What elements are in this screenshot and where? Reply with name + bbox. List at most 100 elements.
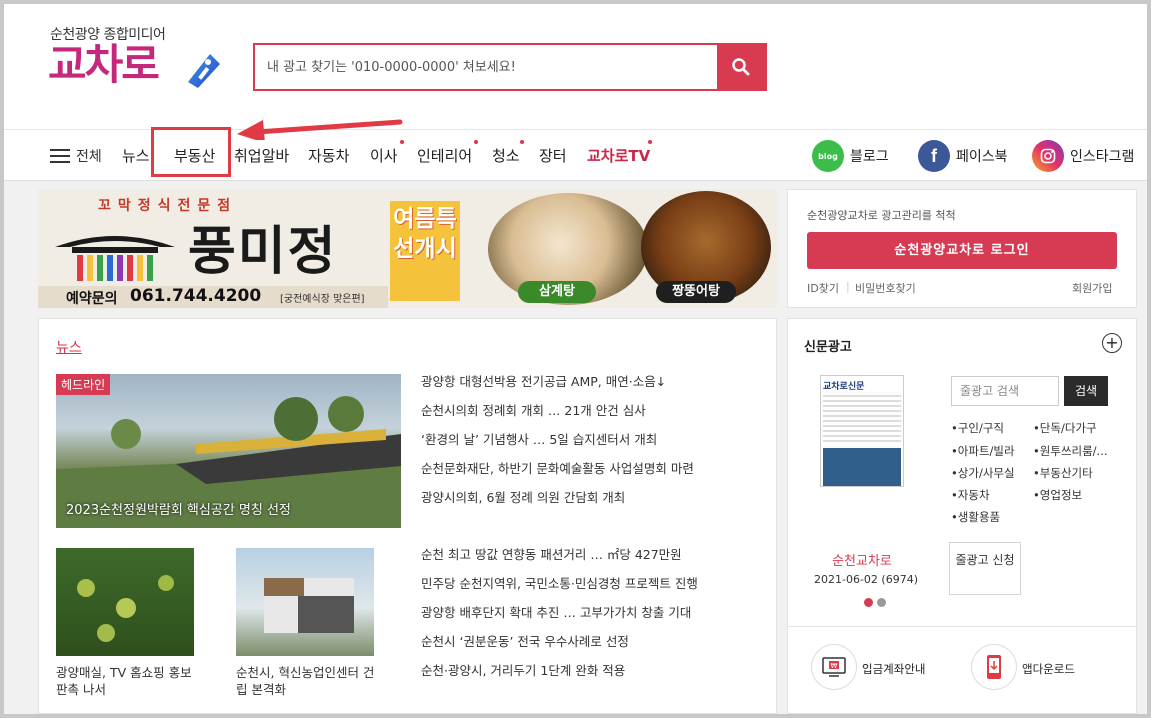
news-item[interactable]: ‘환경의 날’ 기념행사 … 5일 습지센터서 개최	[421, 432, 694, 461]
category-link[interactable]: •원투쓰리룸/...	[1033, 443, 1108, 459]
app-download-label[interactable]: 앱다운로드	[1022, 661, 1075, 677]
nav-item-interior[interactable]: 인테리어	[417, 145, 472, 166]
news-section: 뉴스 헤드라인 2023순천정원박람회 핵심공간 명칭 선정 광양항 대형선박용…	[38, 318, 777, 714]
facebook-icon: f	[918, 140, 950, 172]
instagram-link[interactable]: 인스타그램	[1032, 140, 1134, 172]
nav-item-tv[interactable]: 교차로TV	[587, 145, 650, 166]
news-item[interactable]: 순천·광양시, 거리두기 1단계 완화 적용	[421, 663, 698, 692]
pavilion-illustration-icon	[55, 236, 175, 281]
news-item[interactable]: 광양시의회, 6월 정례 의원 간담회 개최	[421, 490, 694, 519]
food-label-2: 짱뚱어탕	[656, 281, 736, 303]
newspaper-date: 2021-06-02 (6974)	[813, 573, 918, 586]
instagram-icon	[1032, 140, 1064, 172]
nav-item-cleaning[interactable]: 청소	[492, 145, 520, 166]
logo[interactable]: 교차로	[48, 44, 160, 86]
search-input[interactable]	[255, 45, 715, 89]
news-section-title[interactable]: 뉴스	[56, 337, 82, 357]
plus-icon[interactable]: +	[1102, 333, 1122, 353]
facebook-label: 페이스북	[956, 149, 1008, 165]
thumb-caption-2[interactable]: 순천시, 혁신농업인센터 건립 본격화	[236, 664, 376, 698]
category-link[interactable]: •단독/다가구	[1033, 420, 1097, 436]
hamburger-icon	[50, 149, 70, 163]
news-item[interactable]: 순천시 ‘권분운동’ 전국 우수사례로 선정	[421, 634, 698, 663]
new-dot	[648, 140, 652, 144]
category-link[interactable]: •영업정보	[1033, 487, 1082, 503]
search-box	[253, 43, 767, 91]
newspaper-name[interactable]: 순천교차로	[816, 550, 908, 569]
newspaper-thumbnail[interactable]: 교차로신문	[820, 375, 904, 487]
login-description: 순천광양교차로 광고관리를 척척	[807, 209, 956, 222]
nav-all-menu[interactable]: 전체	[50, 146, 102, 166]
newspaper-photo	[823, 448, 901, 486]
login-box: 순천광양교차로 광고관리를 척척 순천광양교차로 로그인 ID찾기 | 비밀번호…	[787, 189, 1137, 308]
news-item[interactable]: 광양항 배후단지 확대 추진 … 고부가가치 창출 기대	[421, 605, 698, 634]
nav-item-market[interactable]: 장터	[539, 145, 567, 166]
blog-link[interactable]: blog 블로그	[812, 140, 889, 172]
classified-request-button[interactable]: 줄광고 신청	[949, 542, 1021, 595]
category-link[interactable]: •생활용품	[951, 509, 1000, 525]
category-link[interactable]: •자동차	[951, 487, 990, 503]
instagram-label: 인스타그램	[1070, 149, 1135, 165]
deposit-account-icon[interactable]: ₩	[811, 644, 857, 690]
news-item[interactable]: 민주당 순천지역위, 국민소통·민심경청 프로젝트 진행	[421, 576, 698, 605]
headline-caption: 2023순천정원박람회 핵심공간 명칭 선정	[66, 503, 291, 518]
find-password-link[interactable]: 비밀번호찾기	[855, 280, 916, 296]
ad-banner[interactable]: 꼬막정식전문점 풍미정 예약문의 061.744.4200 [궁전예식장 맞은편…	[38, 189, 777, 308]
nav-item-moving[interactable]: 이사	[370, 145, 398, 166]
blog-icon: blog	[812, 140, 844, 172]
new-dot	[400, 140, 404, 144]
link-divider: |	[846, 280, 850, 293]
banner-phone-label: 예약문의	[66, 291, 118, 307]
app-download-icon[interactable]	[971, 644, 1017, 690]
news-list-bottom: 순천 최고 땅값 연향동 패션거리 … ㎡당 427만원 민주당 순천지역위, …	[421, 547, 698, 692]
thumb-caption-1[interactable]: 광양매실, TV 홈쇼핑 홍보 판촉 나서	[56, 664, 206, 698]
newspaper-text-lines	[823, 395, 901, 445]
newspaper-ads-section: 신문광고 + 교차로신문 순천교차로 2021-06-02 (6974) 줄광고…	[787, 318, 1137, 627]
banner-phone-note: [궁전예식장 맞은편]	[280, 294, 365, 305]
classified-request-label: 줄광고 신청	[955, 553, 1015, 567]
deposit-account-label[interactable]: 입금계좌안내	[862, 661, 925, 677]
highlight-box	[151, 127, 231, 177]
thumb-image-building[interactable]	[236, 548, 374, 656]
carousel-dot-active[interactable]	[864, 598, 873, 607]
logo-i-icon	[188, 54, 220, 88]
newspaper-title: 신문광고	[804, 340, 852, 355]
blog-label: 블로그	[850, 149, 889, 165]
signup-link[interactable]: 회원가입	[1072, 280, 1112, 296]
news-item[interactable]: 순천 최고 땅값 연향동 패션거리 … ㎡당 427만원	[421, 547, 698, 576]
banner-promo-text: 여름특선개시	[393, 206, 457, 262]
login-button[interactable]: 순천광양교차로 로그인	[807, 232, 1117, 269]
banner-promo: 여름특선개시	[390, 201, 460, 301]
bottom-links: ₩ 입금계좌안내 앱다운로드	[787, 627, 1137, 714]
search-icon	[732, 58, 750, 76]
news-item[interactable]: 순천문화재단, 하반기 문화예술활동 사업설명회 마련	[421, 461, 694, 490]
pointer-arrow-icon	[237, 119, 403, 140]
thumb-image-plum[interactable]	[56, 548, 194, 656]
new-dot	[520, 140, 524, 144]
news-list-top: 광양항 대형선박용 전기공급 AMP, 매연·소음↓ 순천시의회 정례회 개회 …	[421, 374, 694, 519]
banner-restaurant-name: 풍미정	[188, 221, 338, 282]
food-label-1: 삼계탕	[518, 281, 596, 303]
classified-search-input[interactable]: 줄광고 검색	[951, 376, 1059, 406]
category-link[interactable]: •아파트/빌라	[951, 443, 1015, 459]
banner-phone: 061.744.4200	[130, 286, 262, 306]
banner-phone-row: 예약문의 061.744.4200 [궁전예식장 맞은편]	[38, 286, 388, 308]
headline-image[interactable]: 헤드라인 2023순천정원박람회 핵심공간 명칭 선정	[56, 374, 401, 528]
nav-all-label: 전체	[76, 149, 102, 165]
new-dot	[474, 140, 478, 144]
carousel-dot[interactable]	[877, 598, 886, 607]
nav-item-cars[interactable]: 자동차	[308, 145, 349, 166]
nav-item-news[interactable]: 뉴스	[122, 145, 150, 166]
category-link[interactable]: •구인/구직	[951, 420, 1004, 436]
svg-text:₩: ₩	[831, 662, 838, 670]
news-item[interactable]: 순천시의회 정례회 개회 … 21개 안건 심사	[421, 403, 694, 432]
category-link[interactable]: •상가/사무실	[951, 465, 1015, 481]
classified-search-button[interactable]: 검색	[1064, 376, 1108, 406]
news-item[interactable]: 광양항 대형선박용 전기공급 AMP, 매연·소음↓	[421, 374, 694, 403]
find-id-link[interactable]: ID찾기	[807, 280, 839, 296]
search-button[interactable]	[717, 45, 765, 89]
header: 순천광양 종합미디어 교차로	[4, 4, 1147, 130]
category-link[interactable]: •부동산기타	[1033, 465, 1093, 481]
nav-item-jobs[interactable]: 취업알바	[234, 145, 289, 166]
facebook-link[interactable]: f 페이스북	[918, 140, 1008, 172]
